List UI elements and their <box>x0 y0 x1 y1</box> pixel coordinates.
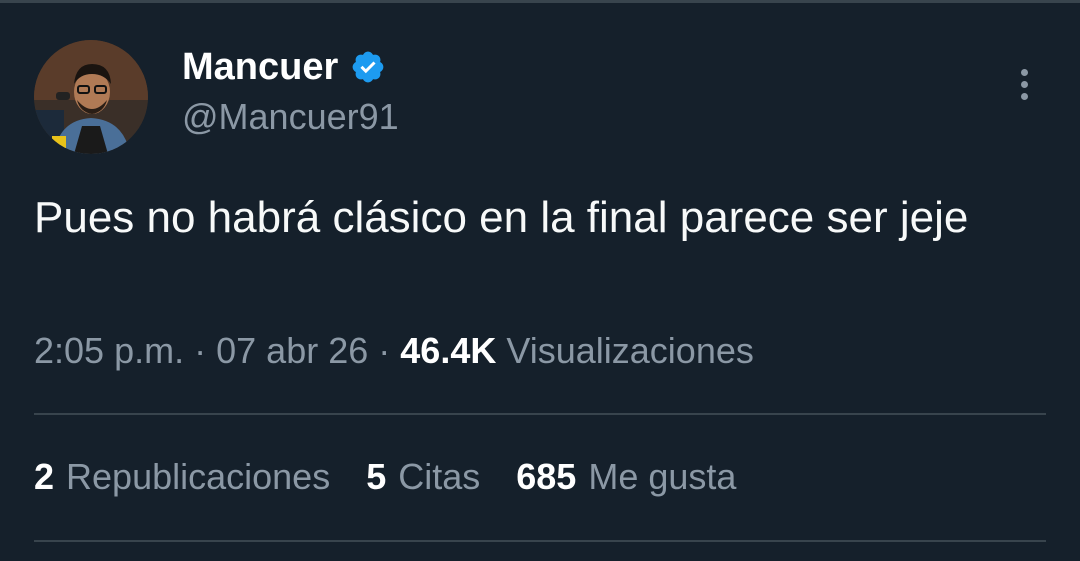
verified-badge-icon[interactable] <box>350 49 386 85</box>
stat-label: Citas <box>398 456 481 497</box>
stat-quotes[interactable]: 5 Citas <box>366 456 480 498</box>
tweet-date[interactable]: 07 abr 26 <box>216 330 368 371</box>
more-dot <box>1020 80 1028 88</box>
stats-bottom-divider <box>34 540 1046 542</box>
meta-separator: · <box>378 330 391 371</box>
more-dot <box>1020 92 1028 100</box>
stats-top-divider <box>34 413 1046 415</box>
stat-retweets[interactable]: 2 Republicaciones <box>34 456 330 498</box>
more-options-icon[interactable] <box>1004 64 1044 104</box>
top-divider <box>0 0 1080 3</box>
engagement-stats: 2 Republicaciones 5 Citas 685 Me gusta <box>34 456 736 498</box>
author-name-row[interactable]: Mancuer <box>182 44 386 90</box>
views-count: 46.4K <box>400 330 497 371</box>
author-name[interactable]: Mancuer <box>182 46 338 89</box>
meta-separator: · <box>194 330 207 371</box>
views-label: Visualizaciones <box>506 330 754 371</box>
stat-label: Me gusta <box>588 456 737 497</box>
tweet-text: Pues no habrá clásico en la final parece… <box>34 193 969 242</box>
stat-count: 685 <box>516 456 577 497</box>
avatar[interactable] <box>34 40 148 154</box>
tweet-meta: 2:05 p.m. · 07 abr 26 · 46.4K Visualizac… <box>34 330 754 372</box>
stat-count: 2 <box>34 456 55 497</box>
stat-count: 5 <box>366 456 387 497</box>
tweet-time[interactable]: 2:05 p.m. <box>34 330 184 371</box>
author-handle[interactable]: @Mancuer91 <box>182 96 399 138</box>
more-dot <box>1020 68 1028 76</box>
stat-label: Republicaciones <box>66 456 331 497</box>
stat-likes[interactable]: 685 Me gusta <box>516 456 736 498</box>
